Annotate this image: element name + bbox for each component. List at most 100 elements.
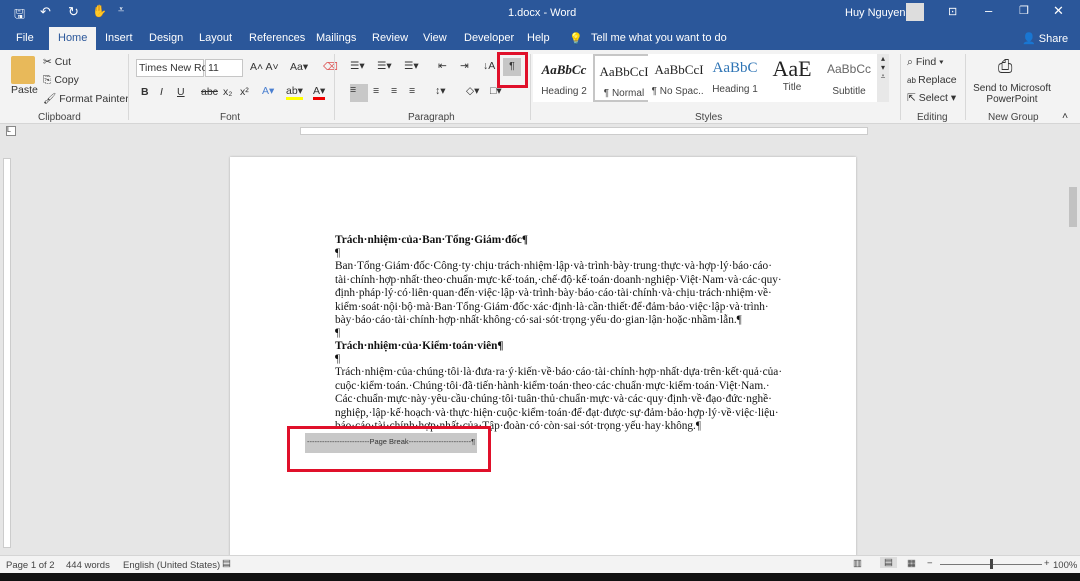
multilevel-list-icon[interactable]: ☰▾ <box>404 60 419 72</box>
tab-view[interactable]: View <box>423 32 447 44</box>
style-title[interactable]: AaE Title <box>761 54 823 102</box>
styles-group-label: Styles <box>695 112 723 123</box>
redo-icon[interactable]: ↻ <box>68 4 79 20</box>
horizontal-ruler[interactable]: L <box>6 125 1066 137</box>
language[interactable]: English (United States) <box>123 560 220 571</box>
font-name-select[interactable]: Times New Ro <box>136 59 207 77</box>
undo-icon[interactable]: ↶ <box>40 4 51 20</box>
shading-icon[interactable]: ◇▾ <box>466 85 479 97</box>
paste-icon[interactable] <box>11 56 35 84</box>
bullets-icon[interactable]: ☰▾ <box>350 60 365 72</box>
font-size-select[interactable]: 11 <box>205 59 243 77</box>
replace-button[interactable]: ab Replace <box>907 74 957 86</box>
find-button[interactable]: ⌕ Find ▾ <box>907 56 944 69</box>
cut-button[interactable]: ✂ Cut <box>43 56 71 68</box>
paste-button[interactable]: Paste <box>11 84 38 96</box>
ribbon-display-icon[interactable]: ⊡ <box>948 5 957 18</box>
paragraph-auditor: Trách·nhiệm·của·chúng·tôi·là·đưa·ra·ý·ki… <box>335 366 783 433</box>
tab-references[interactable]: References <box>249 32 305 44</box>
print-layout-icon[interactable]: ▤ <box>880 557 897 568</box>
underline-icon[interactable]: U <box>177 86 185 98</box>
highlight-icon[interactable]: ab▾ <box>286 85 303 100</box>
style-heading-1[interactable]: AaBbC Heading 1 <box>704 54 766 102</box>
vertical-scrollbar[interactable] <box>1066 137 1080 555</box>
word-count[interactable]: 444 words <box>66 560 110 571</box>
customize-qat-icon[interactable]: ⩡ <box>118 4 124 17</box>
borders-icon[interactable]: □▾ <box>490 85 502 97</box>
tab-developer[interactable]: Developer <box>464 32 514 44</box>
format-painter-button[interactable]: 🖌 Format Painter <box>43 92 129 105</box>
tab-design[interactable]: Design <box>149 32 183 44</box>
save-icon[interactable]: 🖫 <box>14 5 25 27</box>
align-right-icon[interactable]: ≡ <box>391 85 397 97</box>
zoom-slider-thumb[interactable] <box>990 559 993 569</box>
send-to-powerpoint-button[interactable]: Send to Microsoft PowerPoint <box>970 83 1054 105</box>
minimize-icon[interactable]: – <box>985 3 992 18</box>
decrease-indent-icon[interactable]: ⇤ <box>438 60 447 72</box>
status-bar: Page 1 of 2 444 words English (United St… <box>0 555 1080 573</box>
scroll-thumb[interactable] <box>1069 187 1077 227</box>
touch-mode-icon[interactable]: ✋ <box>92 4 107 18</box>
document-page[interactable]: Trách·nhiệm·của·Ban·Tổng·Giám·đốc¶ ¶ Ban… <box>230 157 856 557</box>
style-name: Subtitle <box>832 86 866 97</box>
web-layout-icon[interactable]: ▦ <box>907 558 916 569</box>
heading-auditor-responsibility: Trách·nhiệm·của·Kiểm·toán·viên¶ <box>335 340 504 352</box>
copy-button[interactable]: ⎘ Copy <box>43 74 79 87</box>
style-normal[interactable]: AaBbCcI ¶ Normal <box>593 54 655 102</box>
tab-help[interactable]: Help <box>527 32 550 44</box>
cursor-icon: ⇱ <box>907 92 919 104</box>
clipboard-group-label: Clipboard <box>38 112 81 123</box>
highlight-box <box>497 52 528 88</box>
style-subtitle[interactable]: AaBbCc Subtitle <box>818 54 880 102</box>
tab-insert[interactable]: Insert <box>105 32 133 44</box>
replace-icon: ab <box>907 76 919 85</box>
copy-label: Copy <box>54 74 79 86</box>
grow-font-icon[interactable]: A˄ A˅ <box>250 61 279 73</box>
read-mode-icon[interactable]: ▥ <box>853 558 862 569</box>
divider <box>900 54 901 120</box>
restore-icon[interactable]: ❐ <box>1019 4 1029 17</box>
style-heading-2[interactable]: AaBbCc Heading 2 <box>533 54 595 102</box>
tab-review[interactable]: Review <box>372 32 408 44</box>
align-center-icon[interactable]: ≡ <box>373 85 379 97</box>
styles-scroll[interactable]: ▴ ▾ ⩡ <box>877 54 889 102</box>
strikethrough-icon[interactable]: abc <box>201 86 218 98</box>
numbering-icon[interactable]: ☰▾ <box>377 60 392 72</box>
tab-selector-icon[interactable]: L <box>6 126 16 136</box>
avatar[interactable] <box>906 3 924 21</box>
italic-icon[interactable]: I <box>160 86 163 98</box>
style-preview: AaE <box>772 56 812 81</box>
tab-home[interactable]: Home <box>49 27 97 50</box>
line-spacing-icon[interactable]: ↕▾ <box>435 85 446 97</box>
text-effects-icon[interactable]: A▾ <box>262 85 274 97</box>
zoom-out-button[interactable]: − <box>927 558 933 569</box>
zoom-in-button[interactable]: + <box>1044 558 1050 569</box>
justify-icon[interactable]: ≡ <box>409 85 415 97</box>
superscript-icon[interactable]: x² <box>240 86 249 98</box>
sort-icon[interactable]: ↓A <box>483 60 495 72</box>
collapse-ribbon-icon[interactable]: ˄ <box>1062 110 1068 122</box>
page-count[interactable]: Page 1 of 2 <box>6 560 55 571</box>
ribbon-tabs: File Home Insert Design Layout Reference… <box>0 27 1080 50</box>
increase-indent-icon[interactable]: ⇥ <box>460 60 469 72</box>
clear-formatting-icon[interactable]: ⌫ <box>323 61 338 73</box>
tell-me-input[interactable]: Tell me what you want to do <box>591 32 727 44</box>
tab-mailings[interactable]: Mailings <box>316 32 356 44</box>
share-button[interactable]: 👤 Share <box>1022 32 1068 45</box>
change-case-icon[interactable]: Aa▾ <box>290 61 308 73</box>
select-button[interactable]: ⇱ Select ▾ <box>907 92 956 104</box>
align-left-icon[interactable]: ≡ <box>350 84 368 102</box>
style-no-spacing[interactable]: AaBbCcI ¶ No Spac... <box>648 54 710 102</box>
bold-icon[interactable]: B <box>141 86 149 98</box>
user-name[interactable]: Huy Nguyen <box>845 7 906 19</box>
zoom-level[interactable]: 100% <box>1053 560 1077 571</box>
style-name: Title <box>782 82 802 93</box>
vertical-ruler[interactable] <box>0 140 14 555</box>
proofing-icon[interactable]: ▤ <box>222 558 231 569</box>
subscript-icon[interactable]: x₂ <box>223 86 232 98</box>
tab-file[interactable]: File <box>16 32 34 44</box>
font-color-icon[interactable]: A▾ <box>313 85 326 100</box>
close-icon[interactable]: ✕ <box>1053 3 1064 19</box>
copy-icon: ⎘ <box>43 74 55 86</box>
tab-layout[interactable]: Layout <box>199 32 232 44</box>
